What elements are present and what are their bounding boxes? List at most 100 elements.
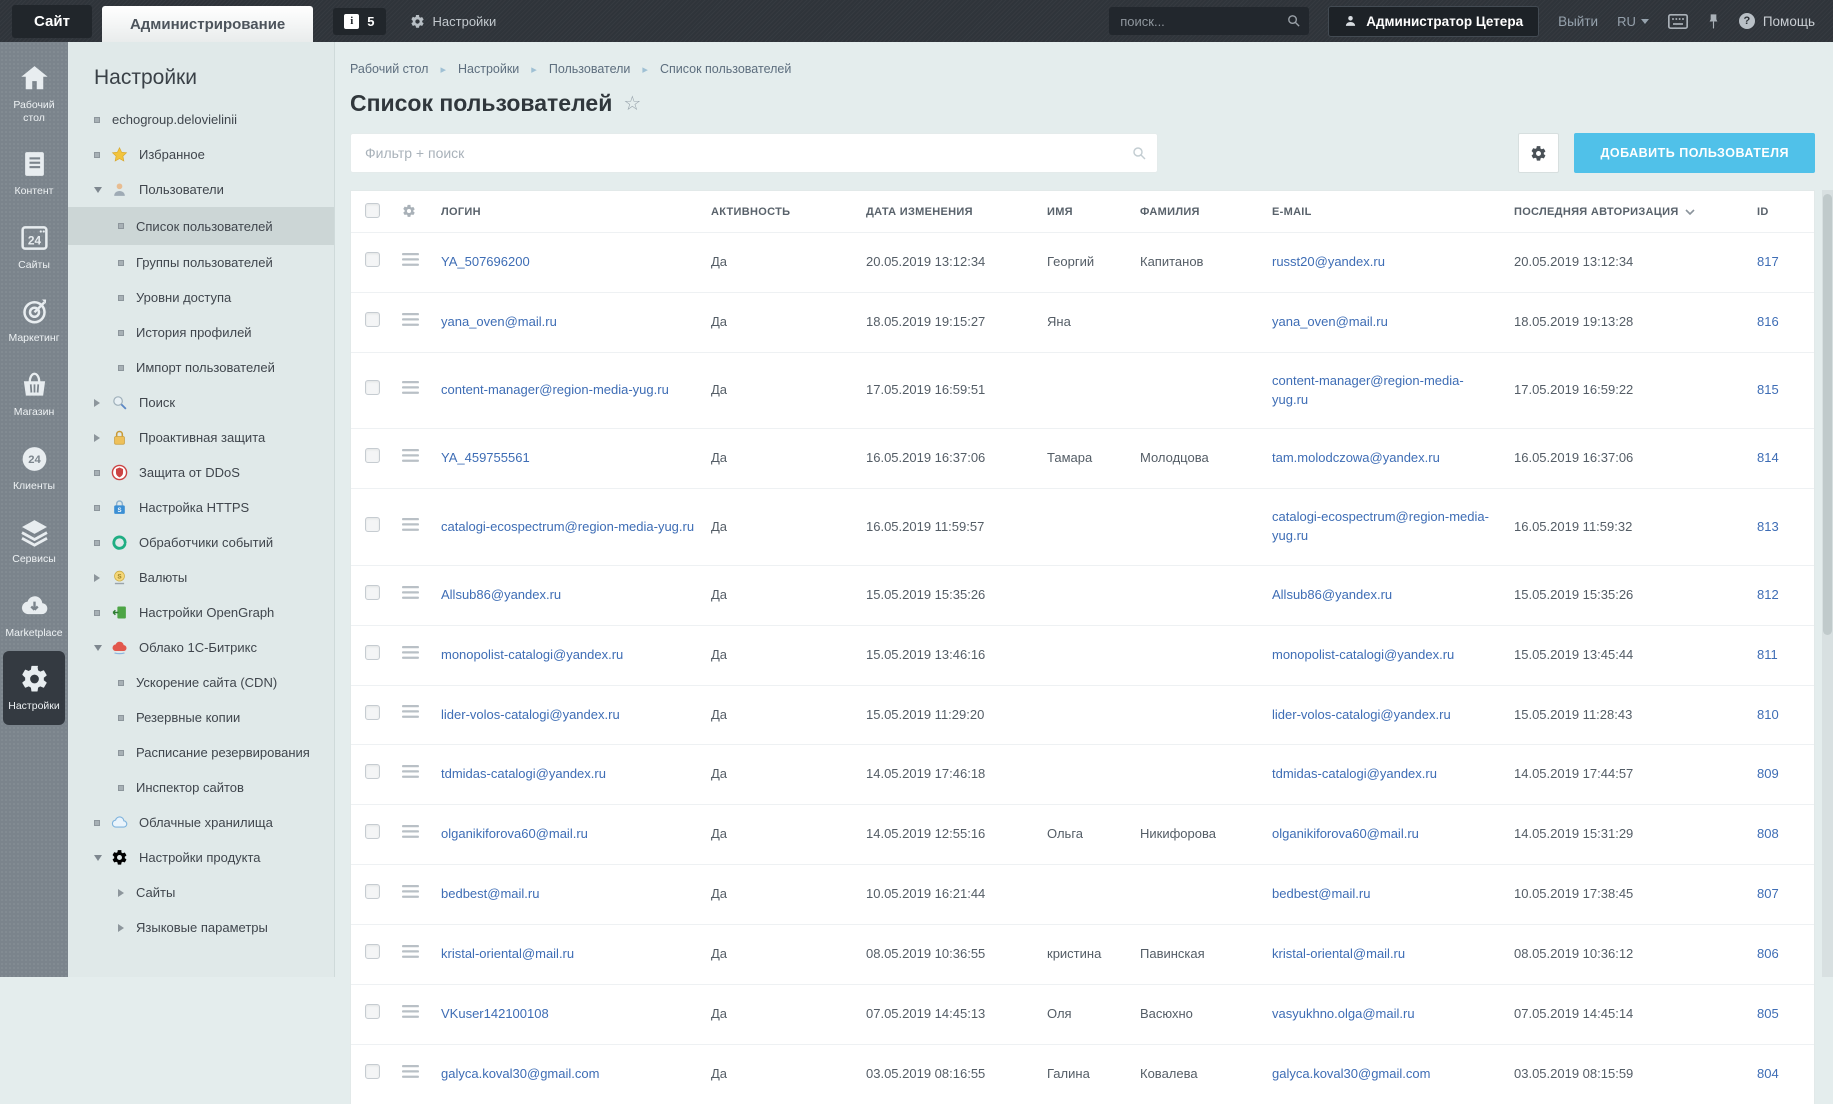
row-checkbox[interactable] <box>365 645 380 660</box>
pin-icon[interactable] <box>1707 13 1720 30</box>
column-header[interactable]: АКТИВНОСТЬ <box>703 191 858 233</box>
drag-handle-icon[interactable] <box>402 825 419 838</box>
select-all-checkbox[interactable] <box>365 203 380 218</box>
row-email-link[interactable]: content-manager@region-media-yug.ru <box>1272 373 1464 407</box>
notifications-button[interactable]: i 5 <box>333 8 385 35</box>
sidebar-item-user-list[interactable]: Список пользователей <box>68 207 334 245</box>
row-id-link[interactable]: 807 <box>1757 886 1779 901</box>
row-id-link[interactable]: 804 <box>1757 1066 1779 1081</box>
row-email-link[interactable]: Allsub86@yandex.ru <box>1272 587 1392 602</box>
row-id-link[interactable]: 813 <box>1757 519 1779 534</box>
row-id-link[interactable]: 814 <box>1757 450 1779 465</box>
tab-administration[interactable]: Администрирование <box>102 6 313 42</box>
sidebar-item-profile-history[interactable]: История профилей <box>68 315 334 350</box>
hotkeys-icon[interactable] <box>1668 13 1688 30</box>
column-header[interactable]: ИМЯ <box>1039 191 1132 233</box>
sidebar-item-backup-schedule[interactable]: Расписание резервирования <box>68 735 334 770</box>
row-id-link[interactable]: 811 <box>1757 647 1778 662</box>
expand-arrow-icon[interactable] <box>118 924 134 932</box>
row-checkbox[interactable] <box>365 705 380 720</box>
row-checkbox[interactable] <box>365 764 380 779</box>
column-header[interactable]: ID <box>1749 191 1814 233</box>
sidebar-item-access-levels[interactable]: Уровни доступа <box>68 280 334 315</box>
column-header[interactable]: ДАТА ИЗМЕНЕНИЯ <box>858 191 1039 233</box>
row-id-link[interactable]: 810 <box>1757 707 1779 722</box>
row-email-link[interactable]: tdmidas-catalogi@yandex.ru <box>1272 766 1437 781</box>
row-email-link[interactable]: tam.molodczowa@yandex.ru <box>1272 450 1440 465</box>
breadcrumb-item[interactable]: Рабочий стол <box>350 62 428 76</box>
sidebar-item-event-handlers[interactable]: Обработчики событий <box>68 525 334 560</box>
drag-handle-icon[interactable] <box>402 381 419 394</box>
sidebar-item-opengraph[interactable]: Настройки OpenGraph <box>68 595 334 630</box>
row-email-link[interactable]: galyca.koval30@gmail.com <box>1272 1066 1430 1081</box>
row-checkbox[interactable] <box>365 1064 380 1079</box>
sidebar-item-bitrix-cloud[interactable]: Облако 1С-Битрикс <box>68 630 334 665</box>
expand-arrow-icon[interactable] <box>118 889 134 897</box>
rail-item-services[interactable]: Сервисы <box>3 504 65 578</box>
row-checkbox[interactable] <box>365 884 380 899</box>
expand-arrow-icon[interactable] <box>94 399 110 407</box>
drag-handle-icon[interactable] <box>402 646 419 659</box>
sidebar-item-user-import[interactable]: Импорт пользователей <box>68 350 334 385</box>
rail-item-store[interactable]: Магазин <box>3 357 65 431</box>
row-login-link[interactable]: kristal-oriental@mail.ru <box>441 946 574 961</box>
row-id-link[interactable]: 808 <box>1757 826 1779 841</box>
sidebar-item-sites-settings[interactable]: Сайты <box>68 875 334 910</box>
language-selector[interactable]: RU <box>1617 14 1649 29</box>
logout-link[interactable]: Выйти <box>1558 14 1598 29</box>
sidebar-item-https[interactable]: SНастройка HTTPS <box>68 490 334 525</box>
row-id-link[interactable]: 809 <box>1757 766 1779 781</box>
sidebar-item-language-params[interactable]: Языковые параметры <box>68 910 334 945</box>
rail-item-sites[interactable]: 24Сайты <box>3 210 65 284</box>
row-email-link[interactable]: lider-volos-catalogi@yandex.ru <box>1272 707 1451 722</box>
row-email-link[interactable]: kristal-oriental@mail.ru <box>1272 946 1405 961</box>
sidebar-item-site-inspector[interactable]: Инспектор сайтов <box>68 770 334 805</box>
breadcrumb-item[interactable]: Пользователи <box>549 62 631 76</box>
sidebar-item-cloud-storage[interactable]: Облачные хранилища <box>68 805 334 840</box>
row-email-link[interactable]: bedbest@mail.ru <box>1272 886 1370 901</box>
sidebar-item-cdn[interactable]: Ускорение сайта (CDN) <box>68 665 334 700</box>
sidebar-item-proactive-protection[interactable]: Проактивная защита <box>68 420 334 455</box>
expand-arrow-icon[interactable] <box>94 574 110 582</box>
topbar-search-input[interactable] <box>1109 7 1309 35</box>
collapse-arrow-icon[interactable] <box>94 187 110 193</box>
sidebar-item-users[interactable]: Пользователи <box>68 172 334 207</box>
row-login-link[interactable]: monopolist-catalogi@yandex.ru <box>441 647 623 662</box>
drag-handle-icon[interactable] <box>402 885 419 898</box>
row-checkbox[interactable] <box>365 448 380 463</box>
row-login-link[interactable]: YA_507696200 <box>441 254 530 269</box>
user-button[interactable]: Администратор Цетера <box>1328 6 1539 37</box>
row-email-link[interactable]: catalogi-ecospectrum@region-media-yug.ru <box>1272 509 1489 543</box>
search-icon[interactable] <box>1286 13 1301 28</box>
row-id-link[interactable]: 812 <box>1757 587 1779 602</box>
row-checkbox[interactable] <box>365 824 380 839</box>
drag-handle-icon[interactable] <box>402 449 419 462</box>
drag-handle-icon[interactable] <box>402 1065 419 1078</box>
row-id-link[interactable]: 805 <box>1757 1006 1779 1021</box>
row-id-link[interactable]: 816 <box>1757 314 1779 329</box>
row-login-link[interactable]: bedbest@mail.ru <box>441 886 539 901</box>
row-email-link[interactable]: vasyukhno.olga@mail.ru <box>1272 1006 1415 1021</box>
drag-handle-icon[interactable] <box>402 1005 419 1018</box>
row-checkbox[interactable] <box>365 944 380 959</box>
tab-site[interactable]: Сайт <box>12 5 92 38</box>
breadcrumb-item[interactable]: Список пользователей <box>660 62 791 76</box>
row-email-link[interactable]: monopolist-catalogi@yandex.ru <box>1272 647 1454 662</box>
sidebar-item-site-name[interactable]: echogroup.delovielinii <box>68 102 334 137</box>
drag-handle-icon[interactable] <box>402 586 419 599</box>
collapse-arrow-icon[interactable] <box>94 645 110 651</box>
expand-arrow-icon[interactable] <box>94 434 110 442</box>
row-email-link[interactable]: russt20@yandex.ru <box>1272 254 1385 269</box>
row-login-link[interactable]: olganikiforova60@mail.ru <box>441 826 588 841</box>
add-user-button[interactable]: ДОБАВИТЬ ПОЛЬЗОВАТЕЛЯ <box>1574 133 1815 173</box>
sidebar-item-currencies[interactable]: SВалюты <box>68 560 334 595</box>
topbar-settings-button[interactable]: Настройки <box>410 14 497 29</box>
row-id-link[interactable]: 817 <box>1757 254 1779 269</box>
sidebar-item-backups[interactable]: Резервные копии <box>68 700 334 735</box>
rail-item-marketing[interactable]: Маркетинг <box>3 283 65 357</box>
collapse-arrow-icon[interactable] <box>94 855 110 861</box>
scrollbar-thumb[interactable] <box>1823 194 1832 635</box>
drag-handle-icon[interactable] <box>402 253 419 266</box>
sidebar-item-ddos[interactable]: Защита от DDoS <box>68 455 334 490</box>
grid-settings-button[interactable] <box>1518 133 1559 173</box>
